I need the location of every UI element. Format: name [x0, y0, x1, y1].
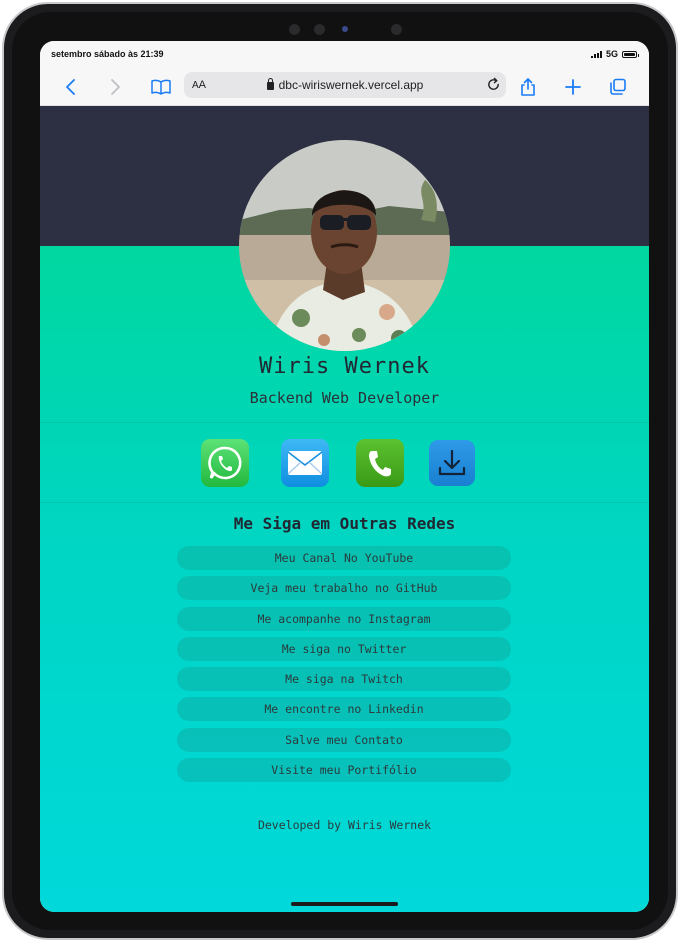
portfolio-link-button[interactable]: Visite meu Portifólio — [177, 758, 511, 783]
twitter-link-button[interactable]: Me siga no Twitter — [177, 636, 511, 661]
download-icon — [438, 449, 466, 476]
reload-icon[interactable] — [486, 77, 501, 92]
back-icon[interactable] — [61, 77, 81, 97]
linkedin-link-button[interactable]: Me encontre no Linkedin — [177, 697, 511, 722]
home-indicator[interactable] — [291, 902, 398, 906]
divider — [40, 422, 649, 423]
profile-avatar — [239, 140, 450, 351]
share-icon[interactable] — [518, 77, 538, 97]
camera-dot — [391, 24, 402, 35]
camera-sensor — [342, 26, 348, 32]
camera-dot — [289, 24, 300, 35]
tablet-frame: setembro sábado às 21:39 5G AA dbc-wiris… — [2, 2, 678, 940]
network-label: 5G — [605, 49, 618, 59]
profile-page: Wiris Wernek Backend Web Developer Me Si… — [40, 106, 649, 912]
save-contact-button[interactable]: Salve meu Contato — [177, 727, 511, 752]
bookmarks-icon[interactable] — [150, 77, 172, 97]
profile-role: Backend Web Developer — [249, 389, 440, 407]
lock-icon — [266, 78, 274, 90]
whatsapp-icon — [208, 446, 242, 480]
status-time: setembro sábado às 21:39 — [51, 49, 164, 59]
url-text: dbc-wiriswernek.vercel.app — [184, 78, 506, 92]
camera-dot — [314, 24, 325, 35]
twitch-link-button[interactable]: Me siga na Twitch — [177, 667, 511, 692]
profile-name: Wiris Wernek — [259, 354, 430, 379]
social-links-list: Meu Canal No YouTube Veja meu trabalho n… — [177, 546, 511, 788]
whatsapp-button[interactable] — [201, 439, 249, 487]
tabs-overview-icon[interactable] — [608, 77, 628, 97]
browser-toolbar: AA dbc-wiriswernek.vercel.app — [40, 65, 649, 106]
phone-icon — [369, 451, 391, 477]
phone-button[interactable] — [356, 439, 404, 487]
youtube-link-button[interactable]: Meu Canal No YouTube — [177, 546, 511, 570]
social-section-title: Me Siga em Outras Redes — [233, 514, 456, 533]
status-indicators: 5G — [590, 49, 639, 59]
battery-icon — [622, 50, 639, 58]
mail-icon — [287, 451, 323, 475]
github-link-button[interactable]: Veja meu trabalho no GitHub — [177, 576, 511, 601]
address-bar[interactable]: AA dbc-wiriswernek.vercel.app — [184, 72, 506, 98]
status-bar: setembro sábado às 21:39 5G — [40, 41, 649, 65]
instagram-link-button[interactable]: Me acompanhe no Instagram — [177, 606, 511, 631]
screen: setembro sábado às 21:39 5G AA dbc-wiris… — [40, 41, 649, 912]
signal-icon — [590, 50, 602, 58]
new-tab-icon[interactable] — [563, 77, 583, 97]
divider — [40, 502, 649, 503]
url-label: dbc-wiriswernek.vercel.app — [278, 78, 424, 92]
email-button[interactable] — [281, 439, 329, 487]
footer-credit: Developed by Wiris Wernek — [257, 818, 432, 832]
download-contact-button[interactable] — [429, 440, 475, 486]
forward-icon[interactable] — [105, 77, 125, 97]
